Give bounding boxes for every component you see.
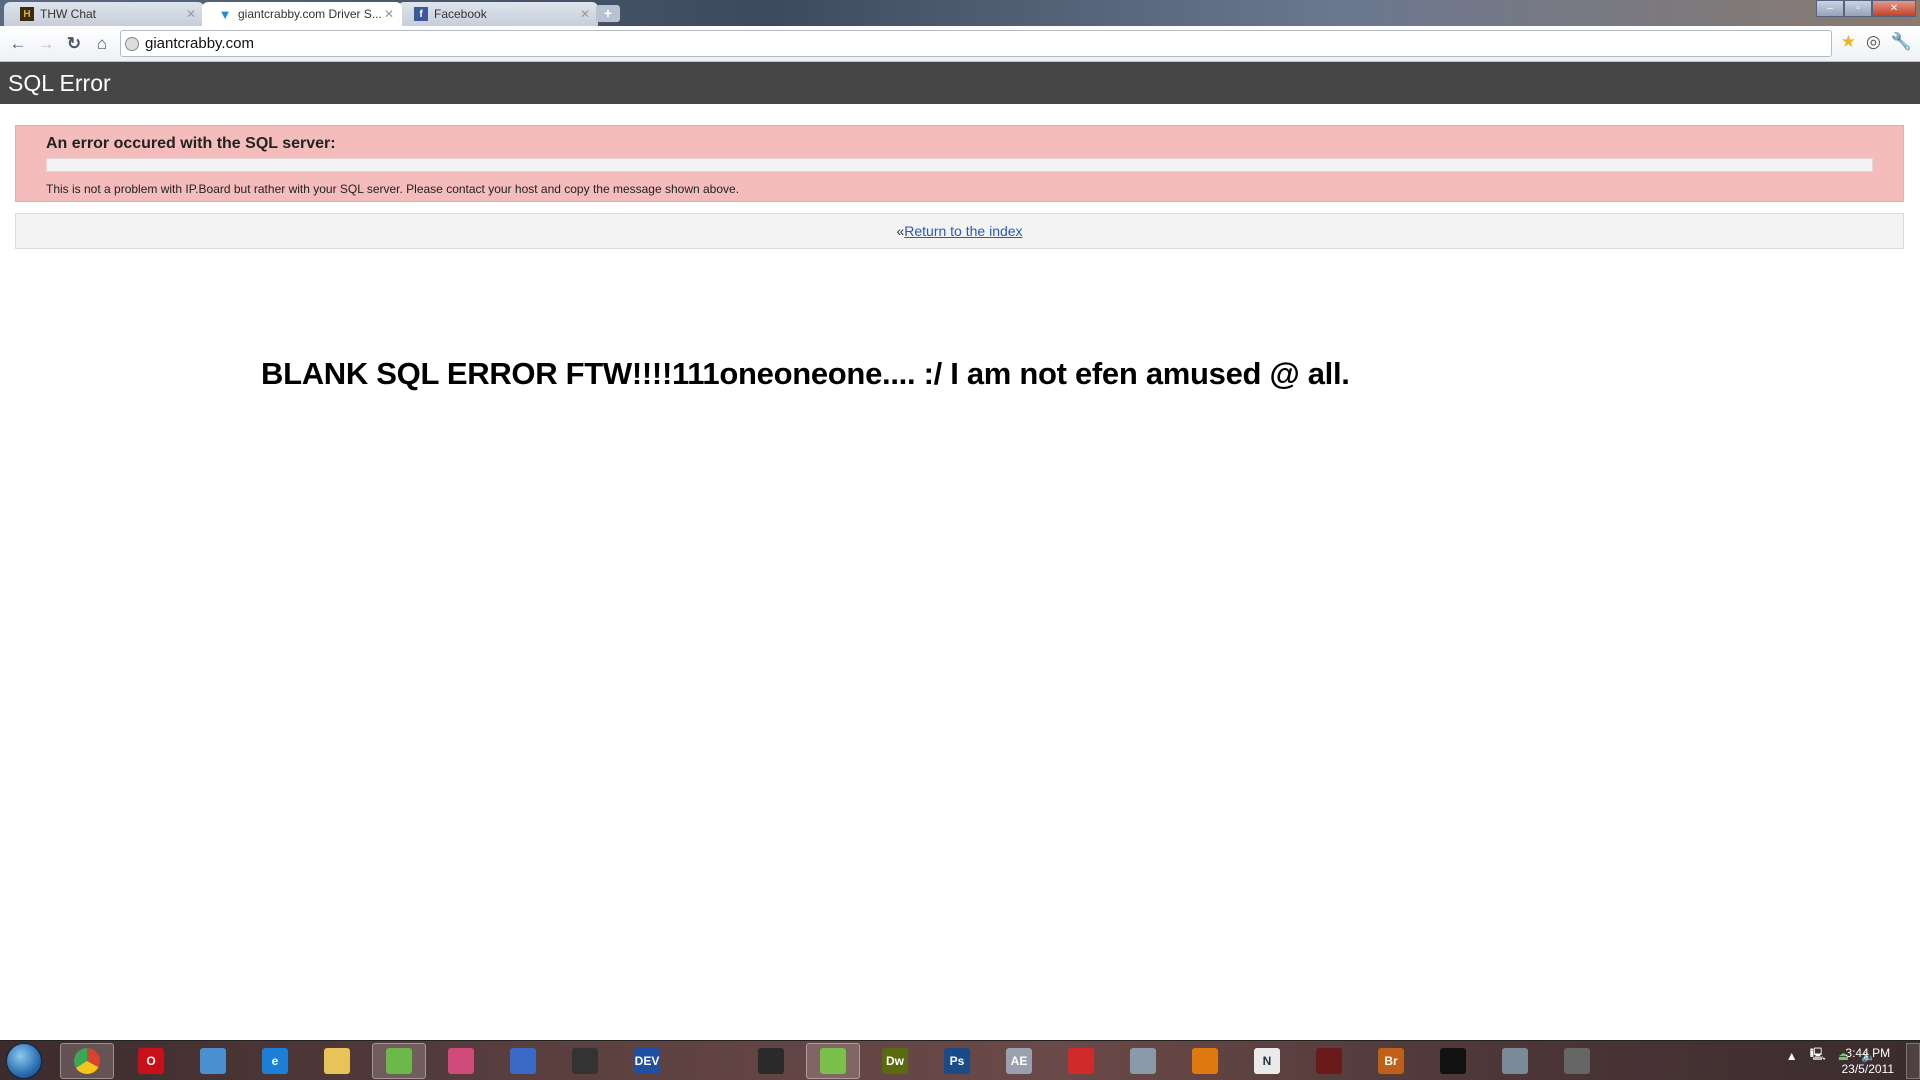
tab-strip: H THW Chat ✕ ▼ giantcrabby.com Driver S.… [0, 0, 1920, 26]
dev-cpp-icon: DEV [634, 1048, 660, 1074]
taskbar-app-device[interactable] [1488, 1043, 1542, 1079]
taskbar-safari[interactable] [186, 1043, 240, 1079]
opera-icon: O [138, 1048, 164, 1074]
bookmark-star-icon[interactable]: ★ [1841, 32, 1856, 52]
tab-label: THW Chat [40, 7, 97, 21]
wrench-icon[interactable]: 🔧 [1891, 32, 1912, 52]
media-player-icon [1192, 1048, 1218, 1074]
window-controls: – ▫ ✕ [1816, 0, 1916, 17]
tab-label: Facebook [434, 7, 487, 21]
taskbar-dev-cpp[interactable]: DEV [620, 1043, 674, 1079]
taskbar-app-red-swirl[interactable] [744, 1043, 798, 1079]
steam-icon [572, 1048, 598, 1074]
bridge-icon: Br [1378, 1048, 1404, 1074]
app-film-icon [1316, 1048, 1342, 1074]
close-window-button[interactable]: ✕ [1872, 0, 1916, 17]
taskbar-app-calculator[interactable] [1116, 1043, 1170, 1079]
taskbar-chrome[interactable] [60, 1043, 114, 1079]
giantcrabby-favicon: ▼ [218, 6, 232, 22]
taskbar-app-dots[interactable] [1426, 1043, 1480, 1079]
error-box: An error occured with the SQL server: Th… [15, 125, 1904, 202]
taskbar-bridge[interactable]: Br [1364, 1043, 1418, 1079]
taskbar-opera[interactable]: O [124, 1043, 178, 1079]
tab-giantcrabby[interactable]: ▼ giantcrabby.com Driver S... ✕ [202, 2, 402, 26]
globe-icon [125, 36, 139, 51]
taskbar-photoshop[interactable]: Ps [930, 1043, 984, 1079]
thw-favicon: H [20, 7, 34, 21]
after-effects-icon: AE [1006, 1048, 1032, 1074]
taskbar-dreamweaver[interactable]: Dw [868, 1043, 922, 1079]
app-device-icon [1502, 1048, 1528, 1074]
taskbar-app-lightning[interactable] [1550, 1043, 1604, 1079]
annotation-text: BLANK SQL ERROR FTW!!!!111oneoneone.... … [261, 356, 1350, 391]
photoshop-icon: Ps [944, 1048, 970, 1074]
app-lightning-icon [1564, 1048, 1590, 1074]
app-blue-pen-icon [510, 1048, 536, 1074]
return-box: «Return to the index [15, 213, 1904, 249]
taskbar-windows-explorer[interactable] [310, 1043, 364, 1079]
app-dots-icon [1440, 1048, 1466, 1074]
app-colored-cubes-icon [448, 1048, 474, 1074]
taskbar-windows-live-messenger[interactable] [372, 1043, 426, 1079]
dreamweaver-icon: Dw [882, 1048, 908, 1074]
app-calculator-icon [1130, 1048, 1156, 1074]
new-tab-button[interactable]: + [596, 5, 620, 22]
taskbar-app-colored-cubes[interactable] [434, 1043, 488, 1079]
close-tab-icon[interactable]: ✕ [384, 7, 394, 21]
windows-explorer-icon [324, 1048, 350, 1074]
address-text: giantcrabby.com [145, 35, 254, 52]
return-to-index-link[interactable]: Return to the index [904, 223, 1022, 239]
taskbar-app-n[interactable]: N [1240, 1043, 1294, 1079]
clock-date: 23/5/2011 [1841, 1062, 1895, 1076]
clock-time: 3:44 PM [1845, 1046, 1891, 1060]
tab-label: giantcrabby.com Driver S... [238, 7, 382, 21]
show-hidden-icons[interactable]: ▲ [1786, 1049, 1798, 1063]
app-red-swirl-icon [758, 1048, 784, 1074]
forward-button[interactable]: → [32, 34, 60, 54]
taskbar-after-effects[interactable]: AE [992, 1043, 1046, 1079]
notepad-plus-plus-icon [820, 1048, 846, 1074]
taskbar-app-film[interactable] [1302, 1043, 1356, 1079]
close-tab-icon[interactable]: ✕ [186, 7, 196, 21]
taskbar: Oe DEV Dw Ps AE N Br ▲ 🖳 ⏏ 🔈 3:44 PM 23/5/2011 [0, 1040, 1920, 1080]
clock[interactable]: 3:44 PM 23/5/2011 [1842, 1045, 1895, 1077]
address-bar[interactable]: giantcrabby.com [120, 30, 1832, 57]
taskbar-app-blue-pen[interactable] [496, 1043, 550, 1079]
close-tab-icon[interactable]: ✕ [580, 7, 590, 21]
start-button[interactable] [6, 1043, 42, 1079]
maximize-button[interactable]: ▫ [1844, 0, 1872, 17]
extension-icon[interactable]: ◎ [1866, 32, 1881, 52]
minimize-button[interactable]: – [1816, 0, 1844, 17]
back-button[interactable]: ← [4, 34, 32, 54]
show-desktop-button[interactable] [1906, 1043, 1920, 1079]
facebook-favicon: f [414, 7, 428, 21]
error-heading: An error occured with the SQL server: [46, 135, 336, 152]
app-red-check-icon [1068, 1048, 1094, 1074]
taskbar-internet-explorer[interactable]: e [248, 1043, 302, 1079]
taskbar-app-red-check[interactable] [1054, 1043, 1108, 1079]
page-title: SQL Error [8, 70, 111, 96]
error-message [46, 158, 1873, 172]
app-n-icon: N [1254, 1048, 1280, 1074]
tab-facebook[interactable]: f Facebook ✕ [398, 2, 598, 26]
chrome-icon [74, 1048, 100, 1074]
reload-button[interactable]: ↻ [60, 34, 88, 54]
safari-icon [200, 1048, 226, 1074]
error-note: This is not a problem with IP.Board but … [46, 182, 740, 196]
network-icon[interactable]: 🖳 [1810, 1045, 1826, 1066]
browser-toolbar: ← → ↻ ⌂ giantcrabby.com ★ ◎ 🔧 [0, 26, 1920, 62]
windows-live-messenger-icon [386, 1048, 412, 1074]
internet-explorer-icon: e [262, 1048, 288, 1074]
home-button[interactable]: ⌂ [88, 34, 116, 54]
taskbar-notepad-plus-plus[interactable] [806, 1043, 860, 1079]
taskbar-media-player[interactable] [1178, 1043, 1232, 1079]
tab-thw-chat[interactable]: H THW Chat ✕ [4, 2, 204, 26]
taskbar-steam[interactable] [558, 1043, 612, 1079]
page-header: SQL Error [0, 62, 1920, 104]
